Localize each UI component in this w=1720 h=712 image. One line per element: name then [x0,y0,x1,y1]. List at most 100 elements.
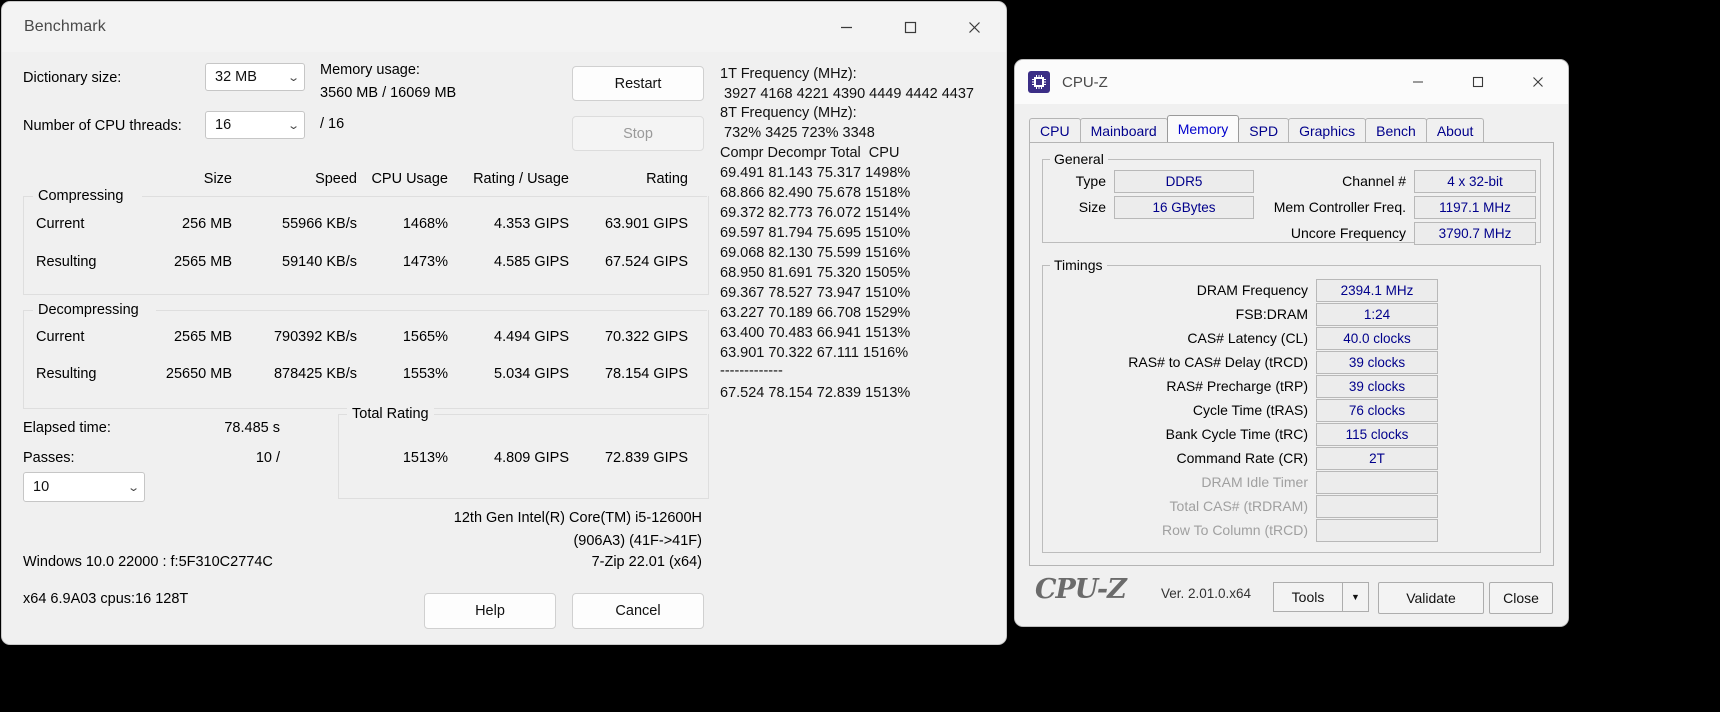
dictionary-size-value: 32 MB [215,69,257,85]
memory-usage-value: 3560 MB / 16069 MB [320,85,457,101]
decompressing-row-current-cpu: 1565% [402,329,448,345]
tools-split-button[interactable]: Tools ▼ [1273,582,1369,612]
decompressing-row-resulting-label: Resulting [36,366,97,382]
restart-button[interactable]: Restart [572,66,704,101]
validate-button[interactable]: Validate [1378,582,1484,614]
decompressing-caption: Decompressing [33,302,144,318]
uncore-frequency-label: Uncore Frequency [1290,225,1406,241]
fsb-dram-value: 1:24 [1316,303,1438,326]
trp-label: RAS# Precharge (tRP) [1166,378,1308,394]
memory-size-value: 16 GBytes [1114,196,1254,219]
trcd-label: RAS# to CAS# Delay (tRCD) [1128,354,1308,370]
stop-button[interactable]: Stop [572,116,704,151]
cpu-threads-select[interactable]: 16 ⌄ [205,111,305,139]
cancel-button[interactable]: Cancel [572,593,704,629]
cpuz-window-controls [1388,60,1568,104]
log-total-row: 67.524 78.154 72.839 1513% [720,385,911,401]
maximize-button[interactable] [1448,60,1508,104]
chevron-down-icon[interactable]: ▼ [1342,582,1369,612]
close-button[interactable] [942,2,1006,52]
compressing-row-current-size: 256 MB [182,216,232,232]
compressing-row-current-cpu: 1468% [402,216,448,232]
benchmark-window-controls [814,2,1006,52]
column-header-rating: Rating [646,171,688,187]
log-row: 63.901 70.322 67.111 1516% [720,345,909,361]
cpuz-titlebar: CPU-Z [1015,60,1568,104]
tools-button-label: Tools [1273,582,1342,612]
total-rating-caption: Total Rating [347,406,434,422]
cpuz-window-title: CPU-Z [1062,73,1108,91]
channel-value: 4 x 32-bit [1414,170,1536,193]
dram-frequency-label: DRAM Frequency [1196,282,1308,298]
memory-type-value: DDR5 [1114,170,1254,193]
chevron-down-icon: ⌄ [286,119,300,132]
total-cas-value [1316,495,1438,518]
compressing-row-current-rating-usage: 4.353 GIPS [494,216,569,232]
benchmark-window: Benchmark Dictionary size: 32 MB ⌄ Memor… [2,2,1006,644]
cas-latency-value: 40.0 clocks [1316,327,1438,350]
tab-graphics[interactable]: Graphics [1288,118,1367,142]
total-rating-value: 72.839 GIPS [604,450,688,466]
decompressing-row-resulting-speed: 878425 KB/s [273,366,357,382]
log-row: 69.597 81.794 75.695 1510% [720,225,911,241]
close-button-footer[interactable]: Close [1489,582,1553,614]
decompressing-row-current-size: 2565 MB [173,329,232,345]
cas-latency-label: CAS# Latency (CL) [1187,330,1308,346]
cpu-threads-label: Number of CPU threads: [23,118,182,134]
cpuz-window: CPU-Z CPU Mainboard Memory SPD Graphics … [1015,60,1568,626]
dictionary-size-select[interactable]: 32 MB ⌄ [205,63,305,91]
channel-label: Channel # [1342,173,1406,189]
uncore-frequency-value: 3790.7 MHz [1414,222,1536,245]
tab-cpu[interactable]: CPU [1029,118,1081,142]
cpu-threads-value: 16 [215,117,232,133]
passes-select[interactable]: 10 ⌄ [23,472,145,502]
timings-group-caption: Timings [1050,257,1107,273]
tab-about[interactable]: About [1425,118,1485,142]
benchmark-titlebar: Benchmark [2,2,1006,52]
trc-label: Bank Cycle Time (tRC) [1165,426,1308,442]
column-header-size: Size [203,171,232,187]
tab-memory[interactable]: Memory [1166,115,1240,142]
log-table-header: Compr Decompr Total CPU [720,145,900,161]
column-header-rating-usage: Rating / Usage [473,171,569,187]
log-row: 63.400 70.483 66.941 1513% [720,325,911,341]
decompressing-row-current-rating-usage: 4.494 GIPS [494,329,569,345]
cpuz-app-icon [1028,71,1050,93]
compressing-row-resulting-rating: 67.524 GIPS [604,254,688,270]
compressing-row-resulting-speed: 59140 KB/s [282,254,357,270]
log-divider: ------------- [720,363,783,379]
tab-bench[interactable]: Bench [1365,118,1427,142]
build-info-line: x64 6.9A03 cpus:16 128T [23,591,189,607]
cpuz-version: Ver. 2.01.0.x64 [1161,586,1252,601]
decompressing-row-current-speed: 790392 KB/s [273,329,357,345]
tab-mainboard[interactable]: Mainboard [1079,118,1168,142]
decompressing-row-resulting-size: 25650 MB [165,366,232,382]
cpuz-tab-bar: CPU Mainboard Memory SPD Graphics Bench … [1029,115,1485,142]
mem-controller-freq-label: Mem Controller Freq. [1273,199,1406,215]
memory-usage-label: Memory usage: [320,62,420,78]
decompressing-row-current-rating: 70.322 GIPS [604,329,688,345]
log-row: 68.950 81.691 75.320 1505% [720,265,911,281]
cpu-threads-total: / 16 [320,116,345,132]
passes-select-value: 10 [33,479,50,495]
compressing-row-resulting-label: Resulting [36,254,97,270]
tras-label: Cycle Time (tRAS) [1192,402,1308,418]
log-freq1t-label: 1T Frequency (MHz): [720,66,857,82]
chevron-down-icon: ⌄ [126,481,140,494]
total-rating-usage: 4.809 GIPS [494,450,569,466]
close-button[interactable] [1508,60,1568,104]
maximize-button[interactable] [878,2,942,52]
log-row: 69.372 82.773 76.072 1514% [720,205,911,221]
log-row: 69.068 82.130 75.599 1516% [720,245,911,261]
help-button[interactable]: Help [424,593,556,629]
column-header-cpu-usage: CPU Usage [371,171,448,187]
compressing-row-resulting-size: 2565 MB [173,254,232,270]
compressing-caption: Compressing [33,188,129,204]
decompressing-row-resulting-cpu: 1553% [402,366,448,382]
minimize-button[interactable] [814,2,878,52]
cpu-name-line-2: (906A3) (41F->41F) [573,533,702,549]
passes-value: 10 / [255,450,280,466]
minimize-button[interactable] [1388,60,1448,104]
log-row: 69.491 81.143 75.317 1498% [720,165,911,181]
tab-spd[interactable]: SPD [1238,118,1290,142]
